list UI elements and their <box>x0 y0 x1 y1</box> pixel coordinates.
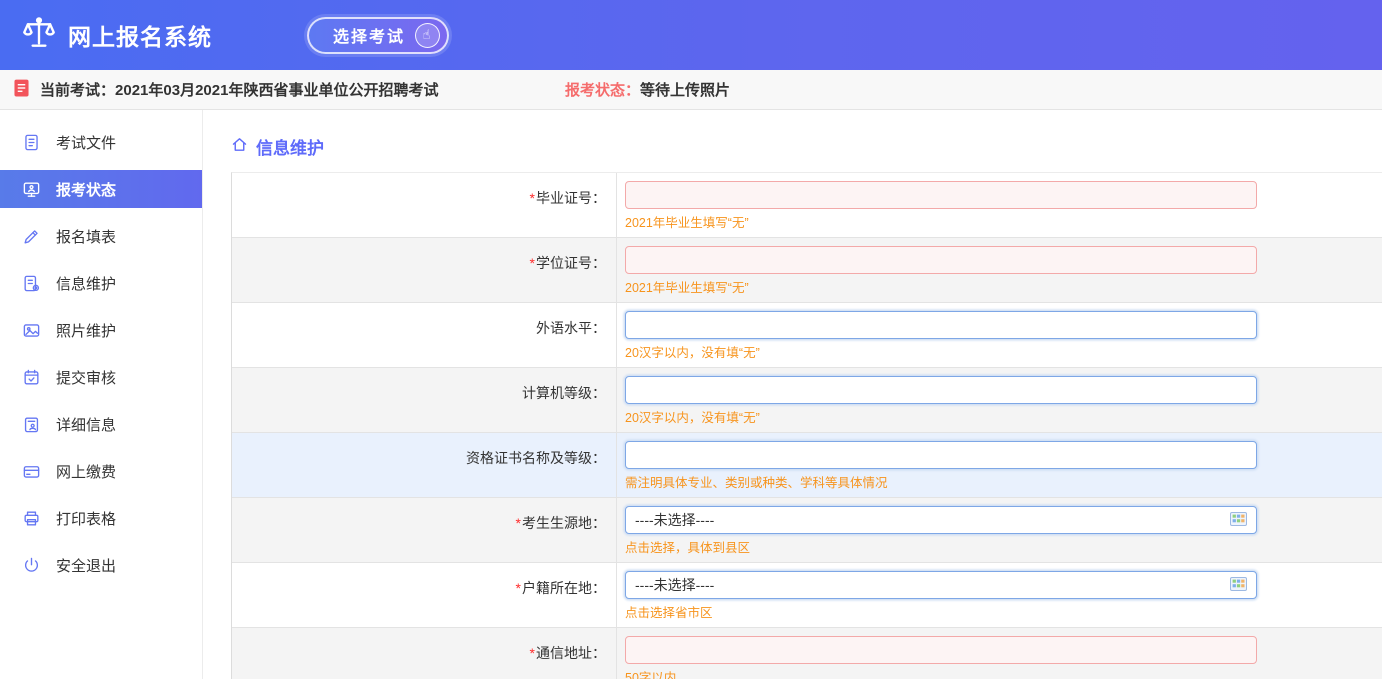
field-label: *考生生源地： <box>232 498 617 562</box>
field-hint: 需注明具体专业、类别或种类、学科等具体情况 <box>625 472 1382 491</box>
qualification-cert-input[interactable] <box>625 441 1257 469</box>
field-label: 资格证书名称及等级： <box>232 433 617 497</box>
sidebar-item-logout[interactable]: 安全退出 <box>0 546 202 584</box>
sidebar-item-label: 安全退出 <box>56 555 116 576</box>
sidebar-item-label: 报考状态 <box>56 179 116 200</box>
required-asterisk: * <box>516 580 521 596</box>
mailing-address-input[interactable] <box>625 636 1257 664</box>
field-label: *户籍所在地： <box>232 563 617 627</box>
origin-region-select[interactable]: ----未选择---- <box>625 506 1257 534</box>
degree-cert-no-input[interactable] <box>625 246 1257 274</box>
graduation-cert-no-input[interactable] <box>625 181 1257 209</box>
field-label: 外语水平： <box>232 303 617 367</box>
sidebar-item-label: 考试文件 <box>56 132 116 153</box>
sidebar-item-label: 信息维护 <box>56 273 116 294</box>
app-header: 网上报名系统 选择考试 ☝ <box>0 0 1382 70</box>
calendar-check-icon <box>22 367 42 387</box>
select-value: ----未选择---- <box>635 575 714 595</box>
current-exam: 当前考试：2021年03月2021年陕西省事业单位公开招聘考试 <box>14 79 438 101</box>
sidebar-item-label: 报名填表 <box>56 226 116 247</box>
credit-card-icon <box>22 461 42 481</box>
apply-status-label: 报考状态： <box>565 82 640 99</box>
required-asterisk: * <box>516 515 521 531</box>
field-label: *通信地址： <box>232 628 617 679</box>
field-hint: 20汉字以内，没有填“无” <box>625 407 1382 426</box>
power-icon <box>22 555 42 575</box>
pencil-icon <box>22 226 42 246</box>
sidebar-item-label: 打印表格 <box>56 508 116 529</box>
sidebar-item-submit-review[interactable]: 提交审核 <box>0 358 202 396</box>
choose-exam-label: 选择考试 <box>333 23 405 47</box>
required-asterisk: * <box>530 190 535 206</box>
grid-picker-icon <box>1230 577 1247 594</box>
exam-status-bar: 当前考试：2021年03月2021年陕西省事业单位公开招聘考试 报考状态：等待上… <box>0 70 1382 110</box>
sidebar-item-online-payment[interactable]: 网上缴费 <box>0 452 202 490</box>
field-hint: 点击选择省市区 <box>625 602 1382 621</box>
document-icon <box>22 132 42 152</box>
select-value: ----未选择---- <box>635 510 714 530</box>
id-card-icon <box>22 414 42 434</box>
sidebar: 考试文件报考状态报名填表信息维护照片维护提交审核详细信息网上缴费打印表格安全退出 <box>0 110 203 679</box>
app-title: 网上报名系统 <box>68 18 212 52</box>
photo-icon <box>22 320 42 340</box>
form-row-degree-cert-no: *学位证号： 2021年毕业生填写“无” <box>232 238 1382 303</box>
sidebar-item-exam-files[interactable]: 考试文件 <box>0 123 202 161</box>
field-hint: 点击选择，具体到县区 <box>625 537 1382 556</box>
grid-picker-icon <box>1230 512 1247 529</box>
monitor-user-icon <box>22 179 42 199</box>
sidebar-item-label: 照片维护 <box>56 320 116 341</box>
form-row-foreign-language: 外语水平： 20汉字以内，没有填“无” <box>232 303 1382 368</box>
form-row-qualification-cert: 资格证书名称及等级： 需注明具体专业、类别或种类、学科等具体情况 <box>232 433 1382 498</box>
printer-icon <box>22 508 42 528</box>
form-row-household-region: *户籍所在地： ----未选择---- 点击选择省市区 <box>232 563 1382 628</box>
sidebar-item-label: 提交审核 <box>56 367 116 388</box>
household-region-select[interactable]: ----未选择---- <box>625 571 1257 599</box>
field-label: 计算机等级： <box>232 368 617 432</box>
sidebar-item-label: 详细信息 <box>56 414 116 435</box>
document-gear-icon <box>22 273 42 293</box>
sidebar-item-info-maintenance[interactable]: 信息维护 <box>0 264 202 302</box>
required-asterisk: * <box>530 645 535 661</box>
document-red-icon <box>14 79 29 101</box>
info-form: *毕业证号： 2021年毕业生填写“无” *学位证号： 2021年毕业生填写“无” 外语… <box>231 172 1382 679</box>
page-title-text: 信息维护 <box>256 134 324 159</box>
sidebar-item-application-status[interactable]: 报考状态 <box>0 170 202 208</box>
home-icon <box>231 136 248 158</box>
apply-status: 报考状态：等待上传照片 <box>565 79 730 100</box>
sidebar-item-print-form[interactable]: 打印表格 <box>0 499 202 537</box>
foreign-language-input[interactable] <box>625 311 1257 339</box>
required-asterisk: * <box>530 255 535 271</box>
field-label: *学位证号： <box>232 238 617 302</box>
computer-level-input[interactable] <box>625 376 1257 404</box>
sidebar-item-label: 网上缴费 <box>56 461 116 482</box>
field-hint: 50字以内 <box>625 667 1382 679</box>
field-hint: 20汉字以内，没有填“无” <box>625 342 1382 361</box>
sidebar-item-detail-info[interactable]: 详细信息 <box>0 405 202 443</box>
form-row-computer-level: 计算机等级： 20汉字以内，没有填“无” <box>232 368 1382 433</box>
page-title: 信息维护 <box>231 134 1382 159</box>
current-exam-text: 当前考试：2021年03月2021年陕西省事业单位公开招聘考试 <box>40 79 438 100</box>
choose-exam-button[interactable]: 选择考试 ☝ <box>307 17 449 54</box>
hand-pointer-icon: ☝ <box>415 23 440 48</box>
form-row-mailing-address: *通信地址： 50字以内 <box>232 628 1382 679</box>
balance-scale-icon <box>20 14 58 57</box>
field-hint: 2021年毕业生填写“无” <box>625 212 1382 231</box>
sidebar-list: 考试文件报考状态报名填表信息维护照片维护提交审核详细信息网上缴费打印表格安全退出 <box>0 123 202 584</box>
field-label: *毕业证号： <box>232 173 617 237</box>
sidebar-item-fill-form[interactable]: 报名填表 <box>0 217 202 255</box>
form-row-graduation-cert-no: *毕业证号： 2021年毕业生填写“无” <box>232 173 1382 238</box>
field-hint: 2021年毕业生填写“无” <box>625 277 1382 296</box>
sidebar-item-photo-maintenance[interactable]: 照片维护 <box>0 311 202 349</box>
apply-status-value: 等待上传照片 <box>640 82 730 99</box>
app-logo: 网上报名系统 <box>20 14 212 57</box>
main-content: 信息维护 *毕业证号： 2021年毕业生填写“无” *学位证号： 2021年毕业生填写… <box>203 110 1382 679</box>
form-row-origin-region: *考生生源地： ----未选择---- 点击选择，具体到县区 <box>232 498 1382 563</box>
